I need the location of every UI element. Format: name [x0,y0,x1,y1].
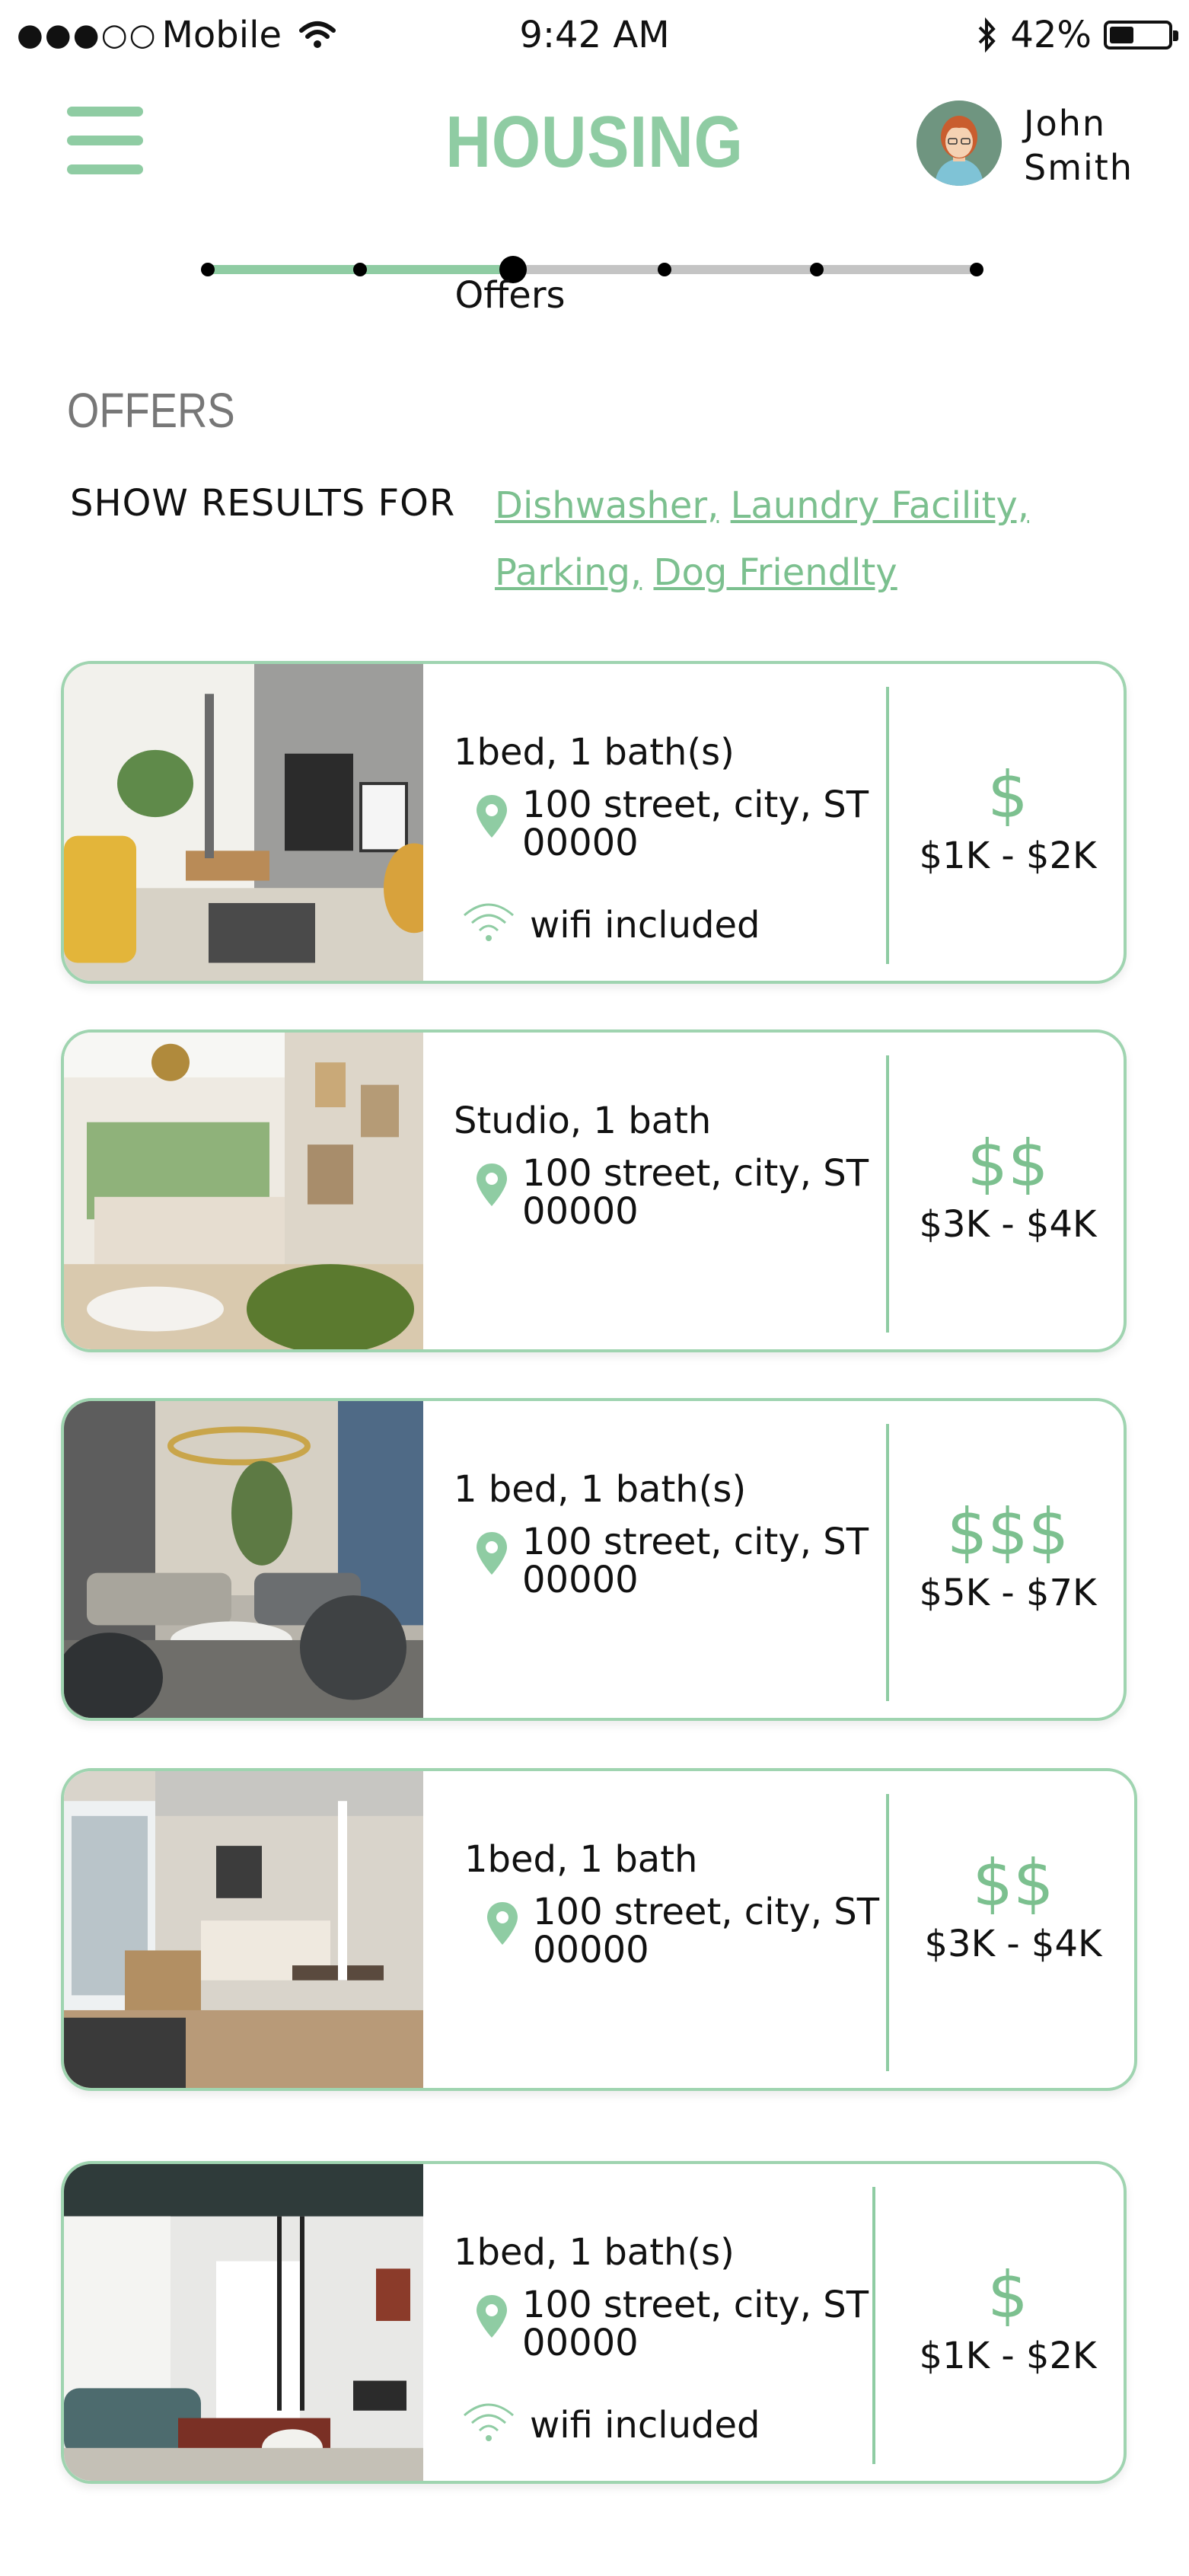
card-divider [872,2187,875,2464]
address-line1: 100 street, city, ST [533,1891,880,1933]
listing-beds: Studio, 1 bath [454,1100,712,1142]
listing-photo [64,1401,423,1718]
address-line1: 100 street, city, ST [522,784,869,826]
listing-beds: 1bed, 1 bath(s) [454,731,735,774]
user-last-name: Smith [1024,147,1133,188]
address-line2: 00000 [522,1559,639,1601]
listing-price: $$$ $5K - $7K [889,1495,1124,1614]
filter-laundry[interactable]: Laundry Facility, [731,484,1029,527]
location-pin-icon [477,795,507,838]
listing-beds: 1bed, 1 bath [464,1838,698,1881]
listing-photo [64,2164,423,2481]
filter-dog-friendly[interactable]: Dog Friendlty [653,551,897,594]
wifi-icon [464,903,514,941]
address-line1: 100 street, city, ST [522,1521,869,1563]
price-level: $$ [967,1126,1049,1201]
filter-label: SHOW RESULTS FOR [70,482,456,525]
bluetooth-icon [978,17,996,53]
listing-address: 100 street, city, ST 00000 [522,1154,869,1231]
progress-stepper [201,256,983,283]
step-dot[interactable] [353,263,367,276]
wifi-icon [464,2403,514,2441]
price-range: $3K - $4K [924,1923,1102,1965]
listing-address: 100 street, city, ST 00000 [522,2286,869,2362]
price-level: $ [987,2258,1028,2332]
price-range: $5K - $7K [919,1572,1097,1614]
listing-photo [64,664,423,981]
battery-icon [1104,21,1178,49]
status-right: 42% [977,14,1178,56]
address-line2: 00000 [522,822,639,864]
listing-address: 100 street, city, ST 00000 [533,1893,879,1969]
user-avatar-icon [916,101,1002,186]
address-line2: 00000 [533,1929,649,1971]
listing-card[interactable]: 1bed, 1 bath(s) 100 street, city, ST 000… [61,661,1127,984]
filter-links: Dishwasher, Laundry Facility, Parking, D… [495,472,1089,606]
listing-price: $ $1K - $2K [889,2258,1124,2377]
step-dot[interactable] [658,263,671,276]
price-level: $$ [972,1846,1054,1920]
address-line2: 00000 [522,2322,639,2364]
filter-dishwasher[interactable]: Dishwasher, [495,484,719,527]
user-name[interactable]: John Smith [1024,101,1133,190]
listing-card[interactable]: 1bed, 1 bath(s) 100 street, city, ST 000… [61,2161,1127,2484]
step-dot[interactable] [970,263,983,276]
listing-price: $$ $3K - $4K [889,1126,1124,1246]
address-line2: 00000 [522,1190,639,1233]
filter-parking[interactable]: Parking, [495,551,642,594]
location-pin-icon [477,2295,507,2338]
user-first-name: John [1024,103,1107,144]
price-range: $3K - $4K [919,1203,1097,1246]
listing-card[interactable]: Studio, 1 bath 100 street, city, ST 0000… [61,1029,1127,1352]
listing-address: 100 street, city, ST 00000 [522,786,869,862]
avatar[interactable] [916,101,1002,186]
address-line1: 100 street, city, ST [522,2284,869,2326]
listing-card[interactable]: 1bed, 1 bath 100 street, city, ST 00000 … [61,1768,1137,2091]
price-range: $1K - $2K [919,835,1097,877]
listing-amenity: wifi included [530,904,760,946]
price-range: $1K - $2K [919,2335,1097,2377]
step-label: Offers [454,274,566,317]
price-level: $ [987,758,1028,832]
listing-photo [64,1033,423,1349]
step-dot[interactable] [201,263,215,276]
listing-price: $ $1K - $2K [889,758,1124,877]
status-bar: ●●●○○ Mobile 9:42 AM 42% [0,0,1189,76]
listing-beds: 1bed, 1 bath(s) [454,2231,735,2274]
listing-photo [64,1771,423,2088]
listing-price: $$ $3K - $4K [889,1846,1134,1965]
location-pin-icon [477,1164,507,1206]
location-pin-icon [477,1532,507,1575]
listing-amenity: wifi included [530,2404,760,2447]
price-level: $$$ [946,1495,1069,1569]
listing-card[interactable]: 1 bed, 1 bath(s) 100 street, city, ST 00… [61,1398,1127,1721]
address-line1: 100 street, city, ST [522,1152,869,1195]
battery-percent: 42% [1010,14,1092,56]
step-dot[interactable] [810,263,824,276]
listing-address: 100 street, city, ST 00000 [522,1523,869,1599]
section-title: OFFERS [67,383,235,438]
location-pin-icon [487,1902,518,1945]
listing-beds: 1 bed, 1 bath(s) [454,1468,747,1511]
